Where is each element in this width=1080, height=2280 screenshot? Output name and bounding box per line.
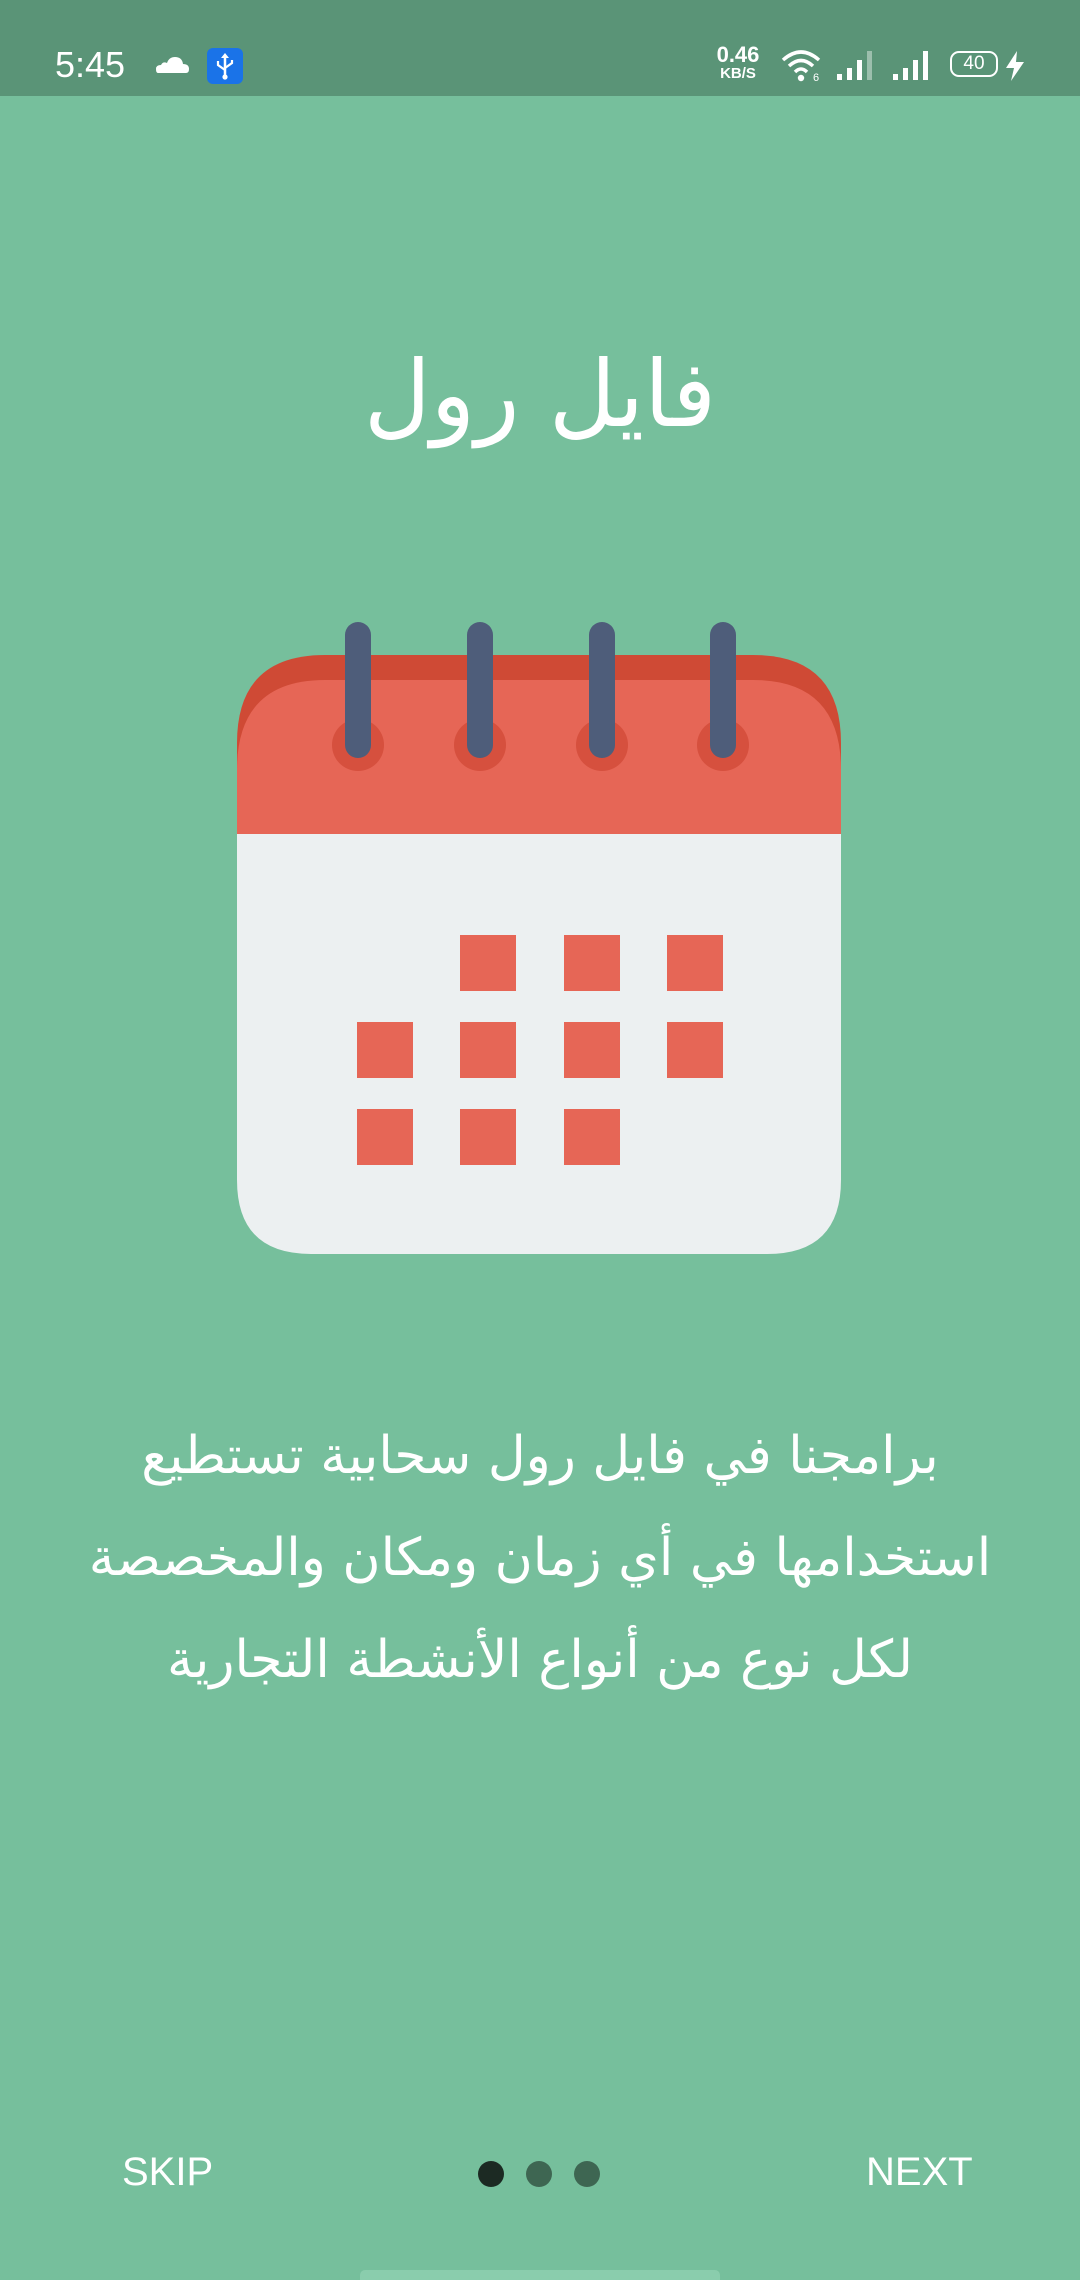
home-indicator[interactable]	[360, 2270, 720, 2280]
network-speed: 0.46 KB/S	[712, 44, 764, 82]
description-line: استخدامها في أي زمان ومكان والمخصصة	[88, 1528, 992, 1588]
description-line: لكل نوع من أنواع الأنشطة التجارية	[166, 1630, 913, 1690]
page-dot-3[interactable]	[574, 2161, 600, 2187]
status-time: 5:45	[55, 44, 126, 85]
page-indicator	[478, 2161, 600, 2187]
page-dot-1[interactable]	[478, 2161, 504, 2187]
page-dot-2[interactable]	[526, 2161, 552, 2187]
calendar-icon	[235, 620, 845, 1264]
cloud-icon	[155, 54, 189, 78]
signal-icon	[836, 48, 876, 86]
page-title: فايل رول	[363, 341, 717, 448]
signal-icon	[892, 48, 932, 86]
wifi-icon: 6	[781, 48, 825, 86]
battery-level: 40	[963, 53, 985, 74]
charging-icon	[1004, 50, 1026, 86]
usb-icon	[207, 48, 243, 84]
status-bar: 5:45 0.46 KB/S 6 40	[0, 0, 1080, 96]
network-speed-unit: KB/S	[720, 65, 756, 82]
battery-icon: 40	[950, 51, 998, 77]
svg-text:6: 6	[813, 72, 819, 82]
description-line: برامجنا في فايل رول سحابية تستطيع	[141, 1426, 939, 1486]
next-button[interactable]: NEXT	[866, 2150, 973, 2195]
network-speed-value: 0.46	[716, 42, 760, 67]
skip-button[interactable]: SKIP	[122, 2150, 213, 2195]
onboarding-description: برامجنا في فايل رول سحابية تستطيع استخدا…	[60, 1405, 1020, 1711]
